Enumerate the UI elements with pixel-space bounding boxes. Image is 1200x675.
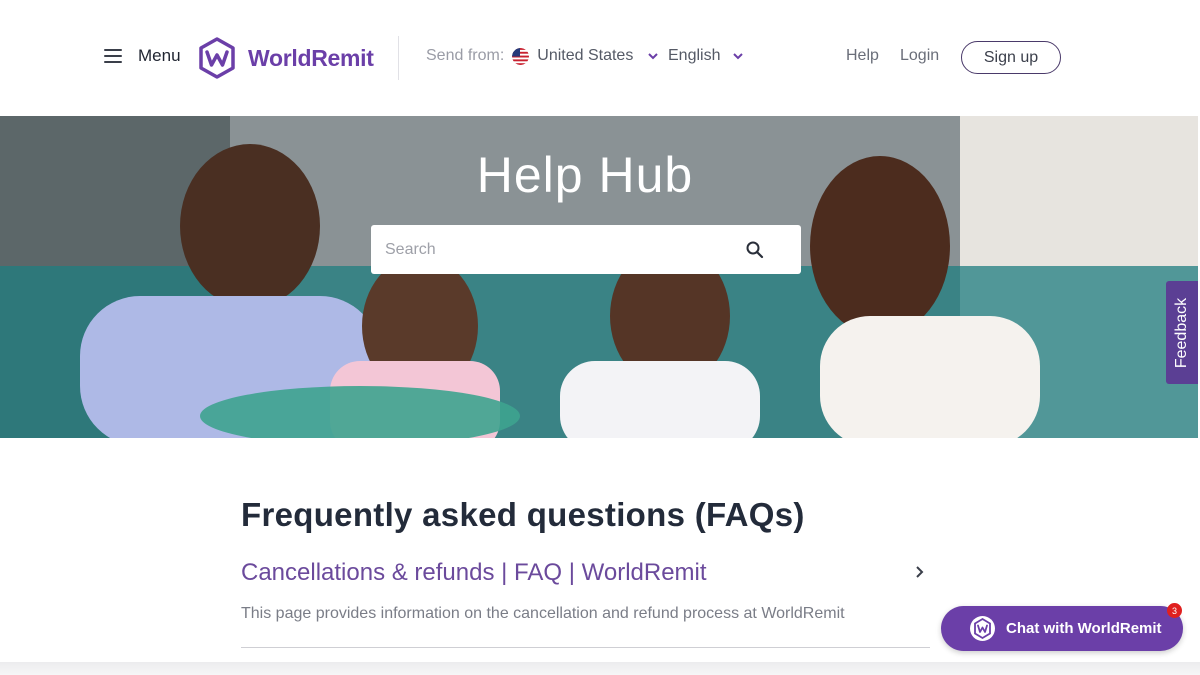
feedback-label: Feedback	[1173, 297, 1191, 368]
chevron-down-icon	[733, 53, 744, 60]
worldremit-logo[interactable]: WorldRemit	[196, 37, 374, 79]
country-value: United States	[537, 47, 634, 64]
faq-item[interactable]: Cancellations & refunds | FAQ | WorldRem…	[241, 556, 930, 648]
send-from-selector[interactable]: Send from: United States	[426, 47, 659, 65]
menu-button[interactable]: Menu	[104, 46, 181, 66]
chat-label: Chat with WorldRemit	[1006, 620, 1162, 637]
chevron-down-icon	[648, 53, 659, 60]
faq-heading: Frequently asked questions (FAQs)	[241, 496, 805, 533]
help-link[interactable]: Help	[846, 47, 879, 65]
logo-text: WorldRemit	[248, 44, 374, 71]
faq-item-title[interactable]: Cancellations & refunds | FAQ | WorldRem…	[241, 559, 707, 587]
search-icon[interactable]	[745, 240, 765, 260]
send-from-label: Send from:	[426, 47, 505, 64]
search-box	[371, 225, 801, 274]
hamburger-icon	[104, 49, 122, 63]
chat-button[interactable]: Chat with WorldRemit	[941, 606, 1183, 651]
sign-up-button[interactable]: Sign up	[961, 41, 1061, 74]
language-value: English	[668, 47, 721, 64]
page-title: Help Hub	[476, 147, 694, 203]
menu-label: Menu	[138, 46, 181, 65]
language-selector[interactable]: English	[668, 47, 744, 65]
site-header: Menu WorldRemit Send from: United States	[0, 0, 1200, 116]
logo-icon	[199, 37, 235, 79]
chat-notification-badge: 3	[1167, 603, 1182, 618]
header-divider	[398, 36, 399, 80]
chevron-right-icon[interactable]	[914, 565, 924, 579]
page-bottom-edge	[0, 662, 1200, 675]
faq-item-description: This page provides information on the ca…	[241, 605, 845, 622]
hero-banner: Help Hub	[0, 116, 1198, 438]
feedback-tab[interactable]: Feedback	[1166, 281, 1198, 384]
worldremit-chat-icon	[970, 616, 995, 641]
search-input[interactable]	[385, 240, 745, 259]
us-flag-icon	[512, 47, 530, 65]
login-link[interactable]: Login	[900, 47, 939, 65]
